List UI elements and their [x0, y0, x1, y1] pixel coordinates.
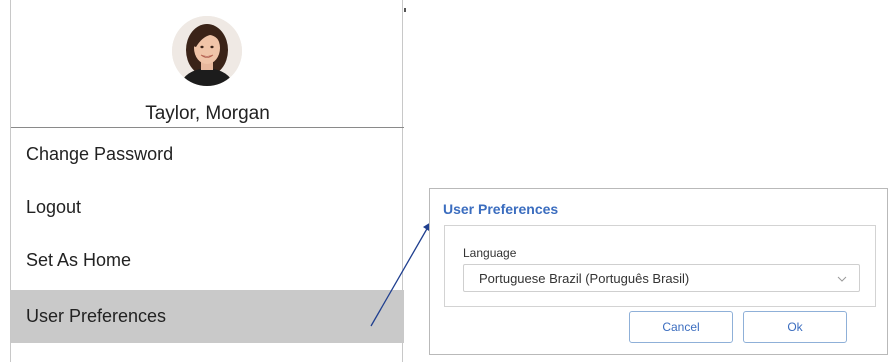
ok-button[interactable]: Ok: [743, 311, 847, 343]
avatar-photo-icon: [172, 16, 242, 86]
menu-item-set-as-home[interactable]: Set As Home: [11, 234, 404, 287]
dialog-title: User Preferences: [443, 201, 559, 217]
language-label: Language: [463, 246, 517, 260]
menu-item-change-password[interactable]: Change Password: [11, 128, 404, 181]
chevron-down-icon: [837, 276, 847, 282]
cancel-button[interactable]: Cancel: [629, 311, 733, 343]
menu-item-label: User Preferences: [26, 306, 167, 326]
user-preferences-dialog: User Preferences Language Portuguese Bra…: [429, 188, 888, 355]
menu-item-label: Change Password: [26, 144, 174, 164]
menu-item-logout[interactable]: Logout: [11, 181, 404, 234]
language-section: Language Portuguese Brazil (Português Br…: [444, 225, 876, 307]
language-selected-value: Portuguese Brazil (Português Brasil): [479, 270, 690, 286]
user-avatar[interactable]: [172, 16, 242, 86]
user-name: Taylor, Morgan: [145, 103, 270, 124]
menu-item-label: Logout: [26, 197, 82, 217]
corner-tick: [404, 8, 406, 12]
menu-item-user-preferences[interactable]: User Preferences: [11, 290, 404, 343]
menu-item-label: Set As Home: [26, 250, 132, 270]
user-menu-panel: Taylor, Morgan Change Password Logout Se…: [10, 0, 404, 362]
language-select[interactable]: Portuguese Brazil (Português Brasil): [463, 264, 860, 292]
